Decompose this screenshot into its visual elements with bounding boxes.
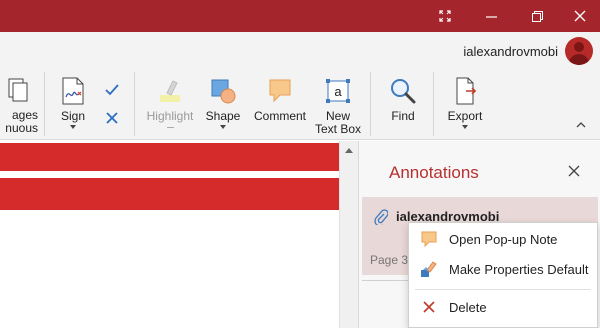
menu-item-open-popup-note[interactable]: Open Pop-up Note — [409, 225, 597, 253]
fullscreen-button[interactable] — [422, 0, 468, 32]
chevron-down-icon — [70, 125, 76, 129]
dash-icon — [166, 127, 174, 128]
document-red-band — [0, 178, 339, 210]
paperclip-icon — [374, 209, 388, 225]
search-icon — [387, 75, 419, 107]
ribbon-divider — [134, 72, 135, 136]
title-bar — [0, 0, 600, 32]
avatar[interactable] — [565, 37, 593, 65]
ribbon-divider — [370, 72, 371, 136]
close-icon — [574, 10, 586, 22]
text-box-icon: a — [322, 75, 354, 107]
chevron-down-icon — [462, 125, 468, 129]
highlight-button[interactable]: Highlight — [143, 75, 197, 128]
comment-icon — [264, 75, 296, 107]
export-icon — [449, 75, 481, 107]
ribbon-divider — [44, 72, 45, 136]
delete-x-icon — [409, 300, 449, 314]
menu-item-make-properties-default[interactable]: Make Properties Default — [409, 255, 597, 283]
signature-icon — [57, 75, 89, 107]
export-button[interactable]: Export — [444, 75, 486, 129]
highlighter-icon — [154, 75, 186, 107]
ribbon-divider — [433, 72, 434, 136]
note-icon — [409, 229, 449, 249]
textbox-label-line2: Text Box — [314, 122, 362, 136]
minimize-icon — [485, 15, 497, 18]
vertical-scrollbar[interactable] — [339, 141, 358, 328]
confirm-button[interactable] — [102, 80, 122, 100]
pages-continuous-button[interactable]: ages nuous — [0, 75, 42, 135]
menu-item-delete[interactable]: Delete — [409, 293, 597, 321]
chevron-down-icon — [220, 125, 226, 129]
export-label: Export — [447, 109, 483, 123]
cross-icon — [106, 112, 118, 124]
comment-button[interactable]: Comment — [253, 75, 307, 123]
menu-item-label: Make Properties Default — [449, 261, 589, 277]
annotation-context-menu: Open Pop-up Note Make Properties Default… — [408, 222, 598, 328]
shape-icon — [207, 75, 239, 107]
account-username[interactable]: ialexandrovmobi — [463, 44, 558, 59]
highlight-label: Highlight — [146, 109, 194, 123]
sign-label: Sign — [60, 109, 86, 123]
document-red-band — [0, 143, 339, 171]
restore-icon — [531, 10, 543, 22]
menu-item-label: Open Pop-up Note — [449, 231, 558, 247]
menu-separator — [415, 289, 591, 290]
close-icon — [568, 165, 580, 177]
annotations-title: Annotations — [389, 163, 479, 182]
menu-item-label: Delete — [449, 299, 487, 315]
checkmark-icon — [105, 84, 119, 96]
annotation-page: Page 3 — [370, 253, 409, 267]
find-label: Find — [391, 109, 415, 123]
sign-button[interactable]: Sign — [56, 75, 90, 129]
cancel-button[interactable] — [102, 108, 122, 128]
expand-icon — [439, 10, 451, 22]
shape-button[interactable]: Shape — [205, 75, 241, 129]
text-box-glyph: a — [334, 84, 342, 99]
maximize-button[interactable] — [514, 0, 560, 32]
chevron-up-icon — [576, 122, 586, 128]
collapse-ribbon-button[interactable] — [574, 118, 588, 132]
new-text-box-button[interactable]: a New Text Box — [313, 75, 363, 136]
comment-label: Comment — [253, 109, 306, 123]
scroll-up-arrow-icon[interactable] — [345, 148, 353, 153]
pages-label-line2: nuous — [5, 121, 38, 135]
pages-icon — [1, 75, 33, 107]
minimize-button[interactable] — [468, 0, 514, 32]
find-button[interactable]: Find — [385, 75, 421, 123]
close-window-button[interactable] — [557, 0, 600, 32]
properties-brush-icon — [409, 259, 449, 279]
close-panel-button[interactable] — [564, 161, 584, 181]
shape-label: Shape — [205, 109, 241, 123]
